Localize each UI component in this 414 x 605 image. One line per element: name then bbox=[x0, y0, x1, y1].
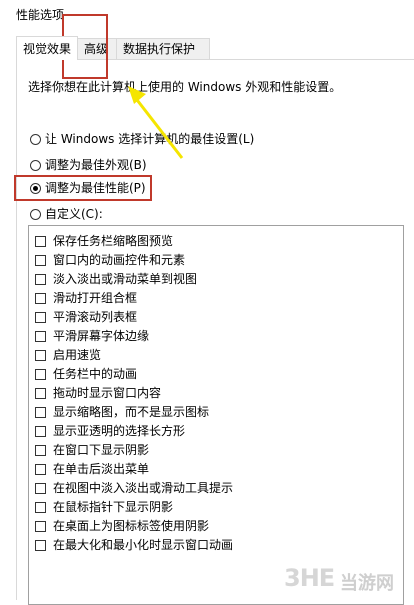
effects-listbox[interactable]: 保存任务栏缩略图预览 窗口内的动画控件和元素 淡入淡出或滑动菜单到视图 滑动打开… bbox=[28, 225, 404, 605]
window-title: 性能选项 bbox=[16, 8, 65, 22]
effect-label: 在鼠标指针下显示阴影 bbox=[53, 500, 174, 514]
checkbox-icon[interactable] bbox=[35, 236, 46, 247]
radio-label: 调整为最佳性能(P) bbox=[45, 181, 146, 195]
checkbox-icon[interactable] bbox=[35, 274, 46, 285]
radio-best-performance[interactable]: 调整为最佳性能(P) bbox=[30, 179, 146, 197]
effect-label: 淡入淡出或滑动菜单到视图 bbox=[53, 272, 198, 286]
effect-label: 显示缩略图，而不是显示图标 bbox=[53, 405, 210, 419]
effect-item[interactable]: 显示缩略图，而不是显示图标 bbox=[35, 403, 209, 421]
effect-label: 在单击后淡出菜单 bbox=[53, 462, 150, 476]
tab-visual-effects[interactable]: 视觉效果 bbox=[16, 36, 78, 60]
effect-label: 显示亚透明的选择长方形 bbox=[53, 424, 186, 438]
effect-label: 启用速览 bbox=[53, 348, 102, 362]
radio-icon[interactable] bbox=[30, 209, 41, 220]
tab-dep[interactable]: 数据执行保护 bbox=[116, 38, 210, 59]
radio-custom[interactable]: 自定义(C): bbox=[30, 205, 103, 223]
effect-item[interactable]: 任务栏中的动画 bbox=[35, 365, 137, 383]
checkbox-icon[interactable] bbox=[35, 369, 46, 380]
effect-label: 平滑滚动列表框 bbox=[53, 310, 138, 324]
checkbox-icon[interactable] bbox=[35, 540, 46, 551]
checkbox-icon[interactable] bbox=[35, 407, 46, 418]
effect-item[interactable]: 在桌面上为图标标签使用阴影 bbox=[35, 517, 209, 535]
effect-item[interactable]: 显示亚透明的选择长方形 bbox=[35, 422, 185, 440]
effect-label: 保存任务栏缩略图预览 bbox=[53, 234, 174, 248]
checkbox-icon[interactable] bbox=[35, 255, 46, 266]
checkbox-icon[interactable] bbox=[35, 445, 46, 456]
tab-advanced[interactable]: 高级 bbox=[77, 38, 117, 59]
effect-item[interactable]: 在最大化和最小化时显示窗口动画 bbox=[35, 536, 233, 554]
checkbox-icon[interactable] bbox=[35, 426, 46, 437]
effect-label: 任务栏中的动画 bbox=[53, 367, 138, 381]
checkbox-icon[interactable] bbox=[35, 464, 46, 475]
checkbox-icon[interactable] bbox=[35, 350, 46, 361]
effect-label: 在窗口下显示阴影 bbox=[53, 443, 150, 457]
radio-label: 自定义(C): bbox=[45, 207, 103, 221]
title-bar: 性能选项 bbox=[0, 0, 414, 26]
checkbox-icon[interactable] bbox=[35, 388, 46, 399]
radio-icon[interactable] bbox=[30, 134, 41, 145]
effect-item[interactable]: 平滑滚动列表框 bbox=[35, 308, 137, 326]
effect-item[interactable]: 在视图中淡入淡出或滑动工具提示 bbox=[35, 479, 233, 497]
radio-selected-icon[interactable] bbox=[30, 183, 41, 194]
effect-item[interactable]: 淡入淡出或滑动菜单到视图 bbox=[35, 270, 197, 288]
effect-label: 滑动打开组合框 bbox=[53, 291, 138, 305]
effect-item[interactable]: 启用速览 bbox=[35, 346, 101, 364]
radio-label: 让 Windows 选择计算机的最佳设置(L) bbox=[45, 132, 255, 146]
description-text: 选择你想在此计算机上使用的 Windows 外观和性能设置。 bbox=[28, 80, 342, 94]
effect-item[interactable]: 拖动时显示窗口内容 bbox=[35, 384, 161, 402]
radio-let-windows-choose[interactable]: 让 Windows 选择计算机的最佳设置(L) bbox=[30, 130, 254, 148]
effect-label: 在桌面上为图标标签使用阴影 bbox=[53, 519, 210, 533]
effect-label: 窗口内的动画控件和元素 bbox=[53, 253, 186, 267]
checkbox-icon[interactable] bbox=[35, 331, 46, 342]
checkbox-icon[interactable] bbox=[35, 312, 46, 323]
effect-item[interactable]: 在单击后淡出菜单 bbox=[35, 460, 149, 478]
radio-label: 调整为最佳外观(B) bbox=[45, 158, 147, 172]
tab-strip: 视觉效果 高级 数据执行保护 bbox=[0, 26, 414, 60]
effect-item[interactable]: 在窗口下显示阴影 bbox=[35, 441, 149, 459]
effect-label: 平滑屏幕字体边缘 bbox=[53, 329, 150, 343]
checkbox-icon[interactable] bbox=[35, 521, 46, 532]
effect-item[interactable]: 保存任务栏缩略图预览 bbox=[35, 232, 173, 250]
effect-label: 拖动时显示窗口内容 bbox=[53, 386, 162, 400]
effect-item[interactable]: 窗口内的动画控件和元素 bbox=[35, 251, 185, 269]
checkbox-icon[interactable] bbox=[35, 502, 46, 513]
effect-label: 在最大化和最小化时显示窗口动画 bbox=[53, 538, 234, 552]
checkbox-icon[interactable] bbox=[35, 293, 46, 304]
effect-item[interactable]: 平滑屏幕字体边缘 bbox=[35, 327, 149, 345]
effect-item[interactable]: 滑动打开组合框 bbox=[35, 289, 137, 307]
effect-item[interactable]: 在鼠标指针下显示阴影 bbox=[35, 498, 173, 516]
radio-best-appearance[interactable]: 调整为最佳外观(B) bbox=[30, 156, 147, 174]
effect-label: 在视图中淡入淡出或滑动工具提示 bbox=[53, 481, 234, 495]
checkbox-icon[interactable] bbox=[35, 483, 46, 494]
radio-icon[interactable] bbox=[30, 160, 41, 171]
